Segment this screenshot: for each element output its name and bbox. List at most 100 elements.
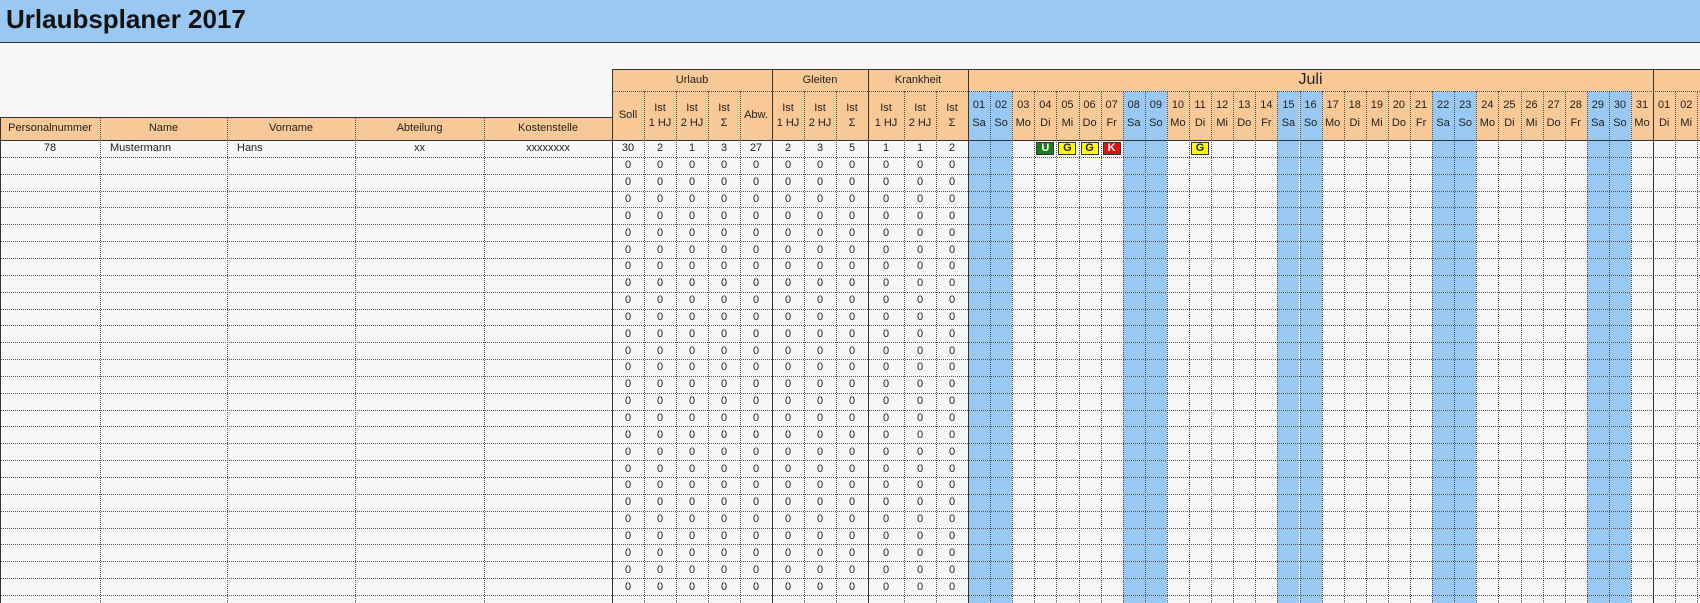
- stat-cell[interactable]: 0: [868, 528, 904, 545]
- cell-name[interactable]: Mustermann: [100, 140, 227, 157]
- stat-cell[interactable]: 0: [836, 191, 868, 208]
- stat-cell[interactable]: 0: [612, 477, 644, 494]
- stat-cell[interactable]: 0: [740, 393, 772, 410]
- stat-cell[interactable]: 0: [708, 511, 740, 528]
- stat-cell[interactable]: 0: [644, 342, 676, 359]
- stat-cell[interactable]: 0: [904, 258, 936, 275]
- stat-cell[interactable]: 0: [644, 207, 676, 224]
- stat-cell[interactable]: 0: [804, 325, 836, 342]
- cell-abteilung[interactable]: xx: [355, 140, 484, 157]
- stat-cell[interactable]: 0: [644, 511, 676, 528]
- stat-cell[interactable]: 0: [804, 157, 836, 174]
- stat-header-10[interactable]: Ist Σ: [936, 91, 968, 140]
- absence-mark-g[interactable]: G: [1080, 141, 1099, 156]
- stat-cell[interactable]: 0: [772, 191, 804, 208]
- stat-cell[interactable]: 0: [740, 241, 772, 258]
- stat-cell[interactable]: 0: [708, 578, 740, 595]
- absence-mark-u[interactable]: U: [1036, 141, 1055, 156]
- stat-header-6[interactable]: Ist 2 HJ: [804, 91, 836, 140]
- stat-cell[interactable]: 0: [708, 309, 740, 326]
- stat-cell[interactable]: 0: [936, 258, 968, 275]
- stat-cell[interactable]: 0: [772, 410, 804, 427]
- stat-cell[interactable]: 0: [868, 443, 904, 460]
- stat-cell[interactable]: 0: [936, 275, 968, 292]
- stat-cell[interactable]: 3: [804, 140, 836, 157]
- stat-cell[interactable]: 0: [868, 578, 904, 595]
- stat-cell[interactable]: 0: [772, 393, 804, 410]
- stat-cell[interactable]: 0: [836, 258, 868, 275]
- stat-cell[interactable]: 0: [708, 528, 740, 545]
- stat-cell[interactable]: 0: [644, 426, 676, 443]
- stat-cell[interactable]: 0: [676, 275, 708, 292]
- stat-cell[interactable]: 0: [740, 528, 772, 545]
- stat-cell[interactable]: 0: [644, 561, 676, 578]
- stat-cell[interactable]: 0: [740, 376, 772, 393]
- stat-cell[interactable]: 0: [836, 309, 868, 326]
- stat-cell[interactable]: 0: [676, 157, 708, 174]
- stat-cell[interactable]: 0: [644, 494, 676, 511]
- column-header-abteilung[interactable]: Abteilung: [355, 117, 484, 140]
- stat-cell[interactable]: 0: [740, 342, 772, 359]
- stat-cell[interactable]: 0: [772, 292, 804, 309]
- stat-cell[interactable]: 0: [904, 544, 936, 561]
- stat-header-0[interactable]: Soll: [612, 91, 644, 140]
- stat-cell[interactable]: 0: [772, 309, 804, 326]
- stat-cell[interactable]: 0: [936, 376, 968, 393]
- stat-cell[interactable]: 0: [804, 258, 836, 275]
- stat-cell[interactable]: 0: [612, 393, 644, 410]
- stat-cell[interactable]: 0: [772, 241, 804, 258]
- stat-cell[interactable]: 0: [904, 426, 936, 443]
- stat-cell[interactable]: 0: [676, 544, 708, 561]
- stat-header-9[interactable]: Ist 2 HJ: [904, 91, 936, 140]
- stat-cell[interactable]: 0: [740, 157, 772, 174]
- stat-cell[interactable]: 0: [644, 528, 676, 545]
- stat-cell[interactable]: 0: [708, 325, 740, 342]
- stat-cell[interactable]: 0: [676, 561, 708, 578]
- stat-cell[interactable]: 0: [836, 528, 868, 545]
- stat-cell[interactable]: 0: [804, 393, 836, 410]
- stat-cell[interactable]: 1: [868, 140, 904, 157]
- stat-cell[interactable]: 0: [868, 275, 904, 292]
- stat-cell[interactable]: 0: [772, 528, 804, 545]
- stat-cell[interactable]: 0: [612, 309, 644, 326]
- absence-mark-g[interactable]: G: [1058, 141, 1077, 156]
- stat-cell[interactable]: 0: [612, 258, 644, 275]
- stat-cell[interactable]: 0: [612, 376, 644, 393]
- stat-cell[interactable]: 2: [936, 140, 968, 157]
- stat-cell[interactable]: 0: [612, 224, 644, 241]
- column-header-vorname[interactable]: Vorname: [227, 117, 355, 140]
- stat-cell[interactable]: 0: [936, 207, 968, 224]
- stat-cell[interactable]: 0: [708, 342, 740, 359]
- stat-cell[interactable]: 0: [612, 578, 644, 595]
- stat-cell[interactable]: 0: [772, 376, 804, 393]
- stat-cell[interactable]: 0: [836, 544, 868, 561]
- stat-cell[interactable]: 0: [868, 359, 904, 376]
- stat-cell[interactable]: 0: [804, 275, 836, 292]
- stat-cell[interactable]: 0: [676, 325, 708, 342]
- stat-cell[interactable]: 0: [868, 191, 904, 208]
- stat-cell[interactable]: 0: [708, 241, 740, 258]
- stat-cell[interactable]: 0: [740, 275, 772, 292]
- stat-cell[interactable]: 0: [868, 393, 904, 410]
- stat-cell[interactable]: 27: [740, 140, 772, 157]
- stat-cell[interactable]: 0: [740, 207, 772, 224]
- stat-cell[interactable]: 0: [708, 224, 740, 241]
- stat-cell[interactable]: 0: [740, 443, 772, 460]
- stat-header-5[interactable]: Ist 1 HJ: [772, 91, 804, 140]
- stat-cell[interactable]: 0: [836, 443, 868, 460]
- stat-cell[interactable]: 0: [936, 224, 968, 241]
- stat-cell[interactable]: 0: [772, 544, 804, 561]
- stat-cell[interactable]: 0: [740, 561, 772, 578]
- stat-cell[interactable]: 0: [708, 258, 740, 275]
- stat-cell[interactable]: 0: [612, 207, 644, 224]
- stat-cell[interactable]: 0: [676, 191, 708, 208]
- stat-cell[interactable]: 0: [836, 460, 868, 477]
- stat-cell[interactable]: 0: [740, 191, 772, 208]
- stat-cell[interactable]: 0: [936, 325, 968, 342]
- stat-cell[interactable]: 0: [676, 578, 708, 595]
- stat-cell[interactable]: 0: [936, 477, 968, 494]
- stat-cell[interactable]: 0: [904, 359, 936, 376]
- stat-cell[interactable]: 0: [904, 494, 936, 511]
- stat-header-3[interactable]: Ist Σ: [708, 91, 740, 140]
- cell-personalnummer[interactable]: 78: [0, 140, 100, 157]
